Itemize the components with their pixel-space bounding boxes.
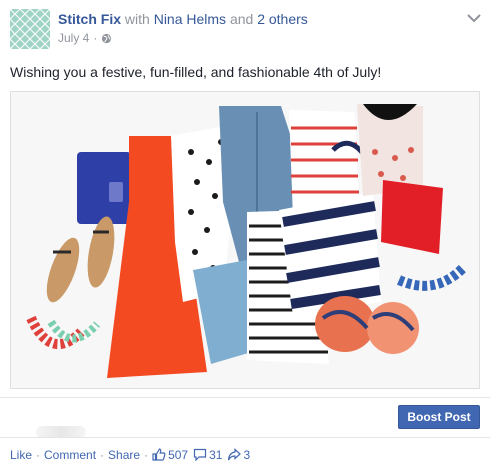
action-bar: Like · Comment · Share · 507 31 3 <box>0 437 490 471</box>
share-arrow-icon <box>228 448 242 461</box>
likes-stat[interactable]: 507 <box>152 448 188 462</box>
tagged-person-link[interactable]: Nina Helms <box>154 11 226 27</box>
stitch-fix-logo-icon <box>10 9 50 49</box>
likes-count: 507 <box>168 447 189 462</box>
action-separator: · <box>100 447 105 462</box>
globe-icon[interactable] <box>101 33 112 44</box>
share-link[interactable]: Share <box>108 448 140 462</box>
post-date-link[interactable]: July 4 <box>58 31 89 45</box>
post-card: Stitch Fix with Nina Helms and 2 others … <box>0 0 490 471</box>
thumbs-up-icon <box>152 448 166 461</box>
shares-count: 3 <box>243 447 251 462</box>
post-header-title: Stitch Fix with Nina Helms and 2 others <box>58 11 308 27</box>
comments-stat[interactable]: 31 <box>193 448 222 462</box>
comment-bubble-icon <box>193 448 207 461</box>
with-text: with <box>124 11 150 27</box>
shares-stat[interactable]: 3 <box>227 448 250 462</box>
comments-count: 31 <box>209 447 223 462</box>
page-name-link[interactable]: Stitch Fix <box>58 11 121 27</box>
like-link[interactable]: Like <box>10 448 32 462</box>
boost-post-button[interactable]: Boost Post <box>398 405 480 429</box>
action-separator: · <box>144 447 149 462</box>
others-link[interactable]: 2 others <box>257 11 308 27</box>
outfit-flatlay-image <box>11 92 479 388</box>
chevron-down-icon[interactable] <box>466 12 482 24</box>
comment-link[interactable]: Comment <box>44 448 96 462</box>
meta-separator: · <box>93 31 98 45</box>
post-photo[interactable] <box>10 91 480 389</box>
action-separator: · <box>36 447 41 462</box>
post-message: Wishing you a festive, fun-filled, and f… <box>10 64 382 80</box>
post-meta: July 4 · <box>58 31 112 45</box>
and-text: and <box>229 11 254 27</box>
page-avatar[interactable] <box>10 9 50 49</box>
